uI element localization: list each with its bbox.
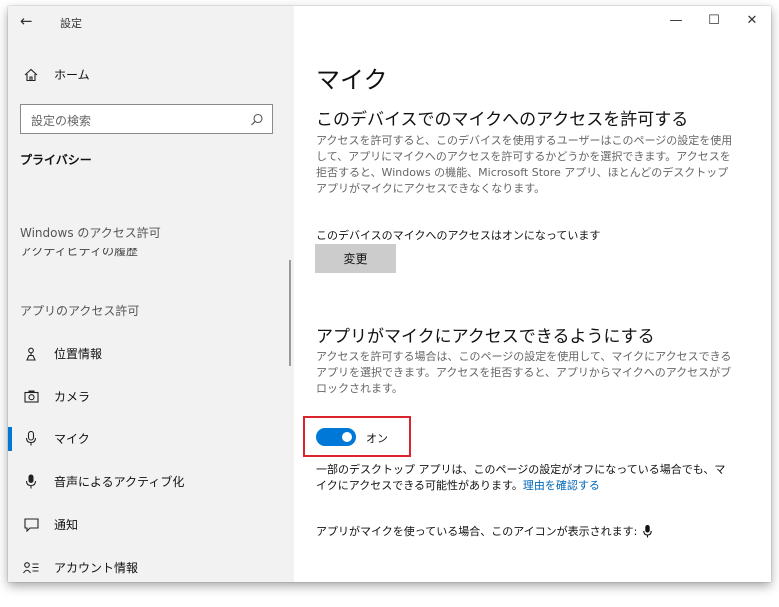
device-access-description: アクセスを許可すると、このデバイスを使用するユーザーはこのページの設定を使用して… [316, 134, 733, 195]
sidebar-item-label: マイク [54, 432, 90, 446]
sidebar-item-voice-activation[interactable]: 音声によるアクティブ化 [20, 473, 184, 490]
close-button[interactable]: ✕ [733, 6, 771, 34]
sidebar-item-label: 通知 [54, 518, 79, 532]
microphone-indicator-icon [643, 524, 653, 538]
indicator-text: アプリがマイクを使っている場合、このアイコンが表示されます: [316, 525, 638, 538]
maximize-button[interactable]: ☐ [695, 6, 733, 34]
category-title: プライバシー [20, 153, 92, 167]
home-icon [20, 68, 42, 82]
section-header-apps: アプリのアクセス許可 [20, 304, 140, 318]
change-button[interactable]: 変更 [315, 244, 396, 273]
back-arrow-icon[interactable]: ← [20, 12, 33, 30]
settings-window: ← 設定 ホーム 設定の検索 プライバシー Windows のアクセス許可 アク… [8, 6, 771, 582]
sidebar-item-location[interactable]: 位置情報 [20, 345, 102, 362]
camera-icon [20, 390, 42, 403]
app-title: 設定 [60, 17, 82, 30]
desktop-apps-note: 一部のデスクトップ アプリは、このページの設定がオフになっている場合でも、マイク… [316, 462, 736, 494]
sidebar-item-account-info[interactable]: アカウント情報 [20, 559, 138, 576]
notification-icon [20, 517, 42, 532]
sidebar-item-label: 音声によるアクティブ化 [54, 475, 185, 489]
window-controls: — ☐ ✕ [657, 6, 771, 34]
sidebar-item-camera[interactable]: カメラ [20, 388, 90, 405]
sidebar-item-home[interactable]: ホーム [20, 66, 90, 83]
sidebar-item-label: 位置情報 [54, 347, 103, 361]
sidebar-item-activity-history[interactable]: アクティビティの履歴 [20, 248, 280, 257]
sidebar-scrollbar[interactable] [289, 260, 291, 366]
account-info-icon [20, 561, 42, 574]
minimize-button[interactable]: — [657, 6, 695, 34]
app-access-heading: アプリがマイクにアクセスできるようにする [316, 327, 655, 347]
active-indicator [8, 427, 12, 451]
location-icon [20, 347, 42, 361]
microphone-icon [20, 431, 42, 446]
app-access-description: アクセスを許可する場合は、このページの設定を使用して、マイクにアクセスできるアプ… [316, 350, 732, 395]
sidebar-item-label: アカウント情報 [54, 561, 139, 575]
search-input[interactable]: 設定の検索 [20, 104, 273, 134]
device-access-status: このデバイスのマイクへのアクセスはオンになっています [316, 229, 601, 242]
app-access-toggle[interactable] [316, 428, 356, 446]
device-access-heading: このデバイスでのマイクへのアクセスを許可する [316, 110, 689, 130]
main-content: — ☐ ✕ マイク このデバイスでのマイクへのアクセスを許可する アクセスを許可… [294, 6, 771, 582]
note-text: 一部のデスクトップ アプリは、このページの設定がオフになっている場合でも、マイク… [316, 463, 726, 492]
toggle-state-label: オン [366, 432, 388, 445]
search-placeholder: 設定の検索 [31, 114, 92, 128]
voice-activation-icon [20, 474, 42, 489]
search-icon[interactable] [250, 112, 264, 131]
sidebar-item-label: アクティビティの履歴 [20, 248, 138, 257]
sidebar: ← 設定 ホーム 設定の検索 プライバシー Windows のアクセス許可 アク… [8, 6, 294, 582]
sidebar-item-notifications[interactable]: 通知 [20, 516, 78, 533]
mic-indicator-row: アプリがマイクを使っている場合、このアイコンが表示されます: [316, 523, 653, 539]
sidebar-item-label: カメラ [54, 390, 91, 404]
toggle-knob [342, 432, 352, 442]
sidebar-item-microphone[interactable]: マイク [20, 430, 90, 447]
sidebar-item-label: ホーム [54, 68, 90, 82]
learn-why-link[interactable]: 理由を確認する [523, 479, 600, 492]
section-header-windows: Windows のアクセス許可 [20, 226, 161, 240]
page-title: マイク [316, 66, 388, 94]
